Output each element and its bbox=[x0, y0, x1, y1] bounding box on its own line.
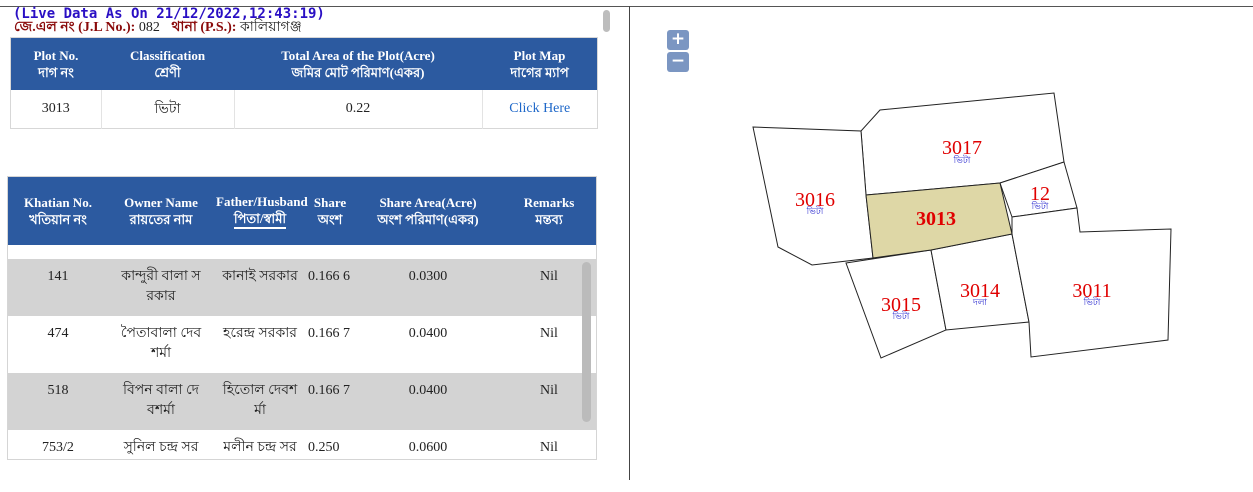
share-cell: 0.166 6 bbox=[306, 259, 354, 316]
plot-class-3014: দলা bbox=[972, 298, 987, 308]
plot-class-3015: ভিটা bbox=[892, 310, 910, 322]
plot-map[interactable]: 3017 ভিটা 3016 ভিটা 3013 12 ভিটা 3015 ভি… bbox=[630, 80, 1190, 380]
owner-cell: পৈতাবালা দেব শর্মা bbox=[108, 316, 214, 373]
jl-label: জে.এল নং (J.L No.): bbox=[14, 20, 136, 35]
plot-class-12: ভিটা bbox=[1031, 200, 1049, 212]
owner-row: 141 কান্দুরী বালা স রকার কানাই সরকার 0.1… bbox=[8, 259, 596, 316]
plot-info-table: Plot No. দাগ নং Classification শ্রেণী Tota… bbox=[10, 37, 598, 129]
owner-row: 474 পৈতাবালা দেব শর্মা হরেন্দ্র সরকার 0.… bbox=[8, 316, 596, 373]
share-area-cell: 0.0400 bbox=[354, 316, 502, 373]
plot-row: 3013 ভিটা 0.22 Click Here bbox=[10, 90, 598, 129]
share-cell: 0.250 bbox=[306, 430, 354, 459]
share-cell: 0.166 7 bbox=[306, 316, 354, 373]
header-classification: Classification শ্রেণী bbox=[101, 37, 234, 90]
share-area-cell: 0.0300 bbox=[354, 259, 502, 316]
owner-table-container: Khatian No. খতিয়ান নং Owner Name রায়তের … bbox=[7, 176, 597, 460]
header-father-husband: Father/Husband পিতা/স্বামী bbox=[214, 177, 308, 245]
header-total-area: Total Area of the Plot(Acre) জমির মোট পরি… bbox=[234, 37, 482, 90]
owner-cell: সুনিল চন্দ্র সর bbox=[108, 430, 214, 459]
top-scrollbar[interactable] bbox=[603, 10, 610, 32]
zoom-out-button[interactable]: − bbox=[667, 52, 689, 72]
ps-label: থানা (P.S.): bbox=[171, 20, 237, 35]
classification-cell: ভিটা bbox=[101, 90, 235, 129]
owner-table: Khatian No. খতিয়ান নং Owner Name রায়তের … bbox=[8, 177, 596, 459]
click-here-link[interactable]: Click Here bbox=[509, 101, 570, 116]
header-owner-name: Owner Name রায়তের নাম bbox=[108, 177, 214, 245]
ps-value: কালিয়াগঞ্জ bbox=[239, 20, 302, 35]
father-cell: মলীন চন্দ্র সর bbox=[214, 430, 306, 459]
header-plot-map: Plot Map দাগের ম্যাপ bbox=[482, 37, 598, 90]
khatian-cell: 474 bbox=[8, 316, 108, 373]
plot-label-3013: 3013 bbox=[916, 208, 956, 230]
share-area-cell: 0.0600 bbox=[354, 430, 502, 459]
jl-ps-info: জে.এল নং (J.L No.): 082 থানা (P.S.): কাল… bbox=[14, 20, 302, 36]
plot-no-cell: 3013 bbox=[10, 90, 102, 129]
owner-row: 753/2 সুনিল চন্দ্র সর মলীন চন্দ্র সর 0.2… bbox=[8, 430, 596, 459]
header-share: Share অংশ bbox=[306, 177, 354, 245]
father-cell: হিতোল দেবশ র্মা bbox=[214, 373, 306, 430]
share-area-cell: 0.0400 bbox=[354, 373, 502, 430]
header-remarks: Remarks মন্তব্য bbox=[502, 177, 596, 245]
owner-table-scrollbar[interactable] bbox=[582, 262, 591, 422]
owner-cell: বিপন বালা দে বশর্মা bbox=[108, 373, 214, 430]
plot-class-3016: ভিটা bbox=[806, 205, 824, 217]
owner-cell: কান্দুরী বালা স রকার bbox=[108, 259, 214, 316]
father-cell: হরেন্দ্র সরকার bbox=[214, 316, 306, 373]
header-share-area: Share Area(Acre) অংশ পরিমাণ(একর) bbox=[354, 177, 502, 245]
remarks-cell: Nil bbox=[502, 430, 596, 459]
father-cell: কানাই সরকার bbox=[214, 259, 306, 316]
plot-class-3017: ভিটা bbox=[953, 154, 971, 166]
header-plot-no: Plot No. দাগ নং bbox=[10, 37, 101, 90]
plot-class-3011: ভিটা bbox=[1083, 296, 1101, 308]
share-cell: 0.166 7 bbox=[306, 373, 354, 430]
khatian-cell: 753/2 bbox=[8, 430, 108, 459]
header-khatian: Khatian No. খতিয়ান নং bbox=[8, 177, 108, 245]
khatian-cell: 518 bbox=[8, 373, 108, 430]
khatian-cell: 141 bbox=[8, 259, 108, 316]
jl-value: 082 bbox=[138, 20, 160, 35]
map-link-cell: Click Here bbox=[482, 90, 598, 129]
zoom-in-button[interactable]: + bbox=[667, 30, 689, 50]
owner-row: 518 বিপন বালা দে বশর্মা হিতোল দেবশ র্মা … bbox=[8, 373, 596, 430]
area-cell: 0.22 bbox=[234, 90, 483, 129]
